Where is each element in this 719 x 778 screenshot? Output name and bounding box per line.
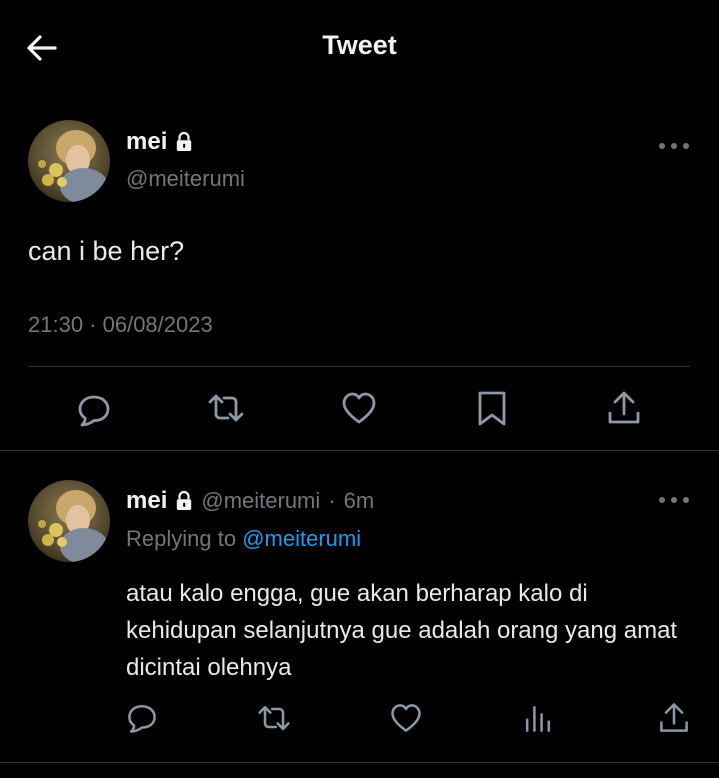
replying-prefix: Replying to [126, 526, 237, 551]
divider [0, 450, 719, 451]
lock-icon [177, 131, 192, 151]
more-options-button[interactable] [654, 134, 694, 158]
reply-icon [78, 395, 110, 427]
analytics-button[interactable] [520, 700, 556, 736]
author-handle[interactable]: @meiterumi [126, 166, 245, 192]
separator-dot: · [328, 488, 336, 513]
like-button[interactable] [388, 700, 424, 736]
tweet-text: can i be her? [28, 236, 185, 266]
mention-link[interactable]: @meiterumi [242, 526, 361, 551]
bookmark-icon [478, 391, 506, 426]
author-name[interactable]: mei [126, 128, 167, 156]
avatar[interactable] [28, 120, 110, 202]
share-button[interactable] [656, 700, 692, 736]
divider [0, 762, 719, 763]
reply-header: mei @meiterumi · 6m [126, 487, 374, 515]
lock-icon [177, 490, 192, 510]
share-icon [660, 703, 688, 732]
like-button[interactable] [339, 388, 379, 428]
more-options-button[interactable] [654, 488, 694, 512]
more-icon [659, 497, 689, 503]
reply-icon [128, 705, 156, 733]
author-name[interactable]: mei [126, 487, 167, 515]
like-icon [391, 704, 421, 732]
reply-button[interactable] [124, 700, 160, 736]
page-title: Tweet [322, 30, 397, 60]
retweet-button[interactable] [256, 700, 292, 736]
like-icon [342, 392, 376, 424]
retweet-icon [208, 394, 244, 422]
divider [28, 366, 690, 367]
share-icon [608, 391, 640, 424]
author-handle[interactable]: @meiterumi [201, 488, 320, 514]
share-button[interactable] [604, 388, 644, 428]
reply-button[interactable] [74, 390, 114, 430]
bookmark-button[interactable] [472, 388, 512, 428]
more-icon [659, 143, 689, 149]
retweet-icon [258, 705, 290, 731]
analytics-icon [525, 705, 551, 732]
author-name-row: mei [126, 128, 193, 156]
replying-to: Replying to @meiterumi [126, 526, 361, 552]
retweet-button[interactable] [206, 388, 246, 428]
avatar[interactable] [28, 480, 110, 562]
tweet-timestamp[interactable]: 21:30 · 06/08/2023 [28, 312, 213, 338]
tweet-age[interactable]: 6m [344, 488, 375, 514]
tweet-text: atau kalo engga, gue akan berharap kalo … [126, 580, 678, 681]
